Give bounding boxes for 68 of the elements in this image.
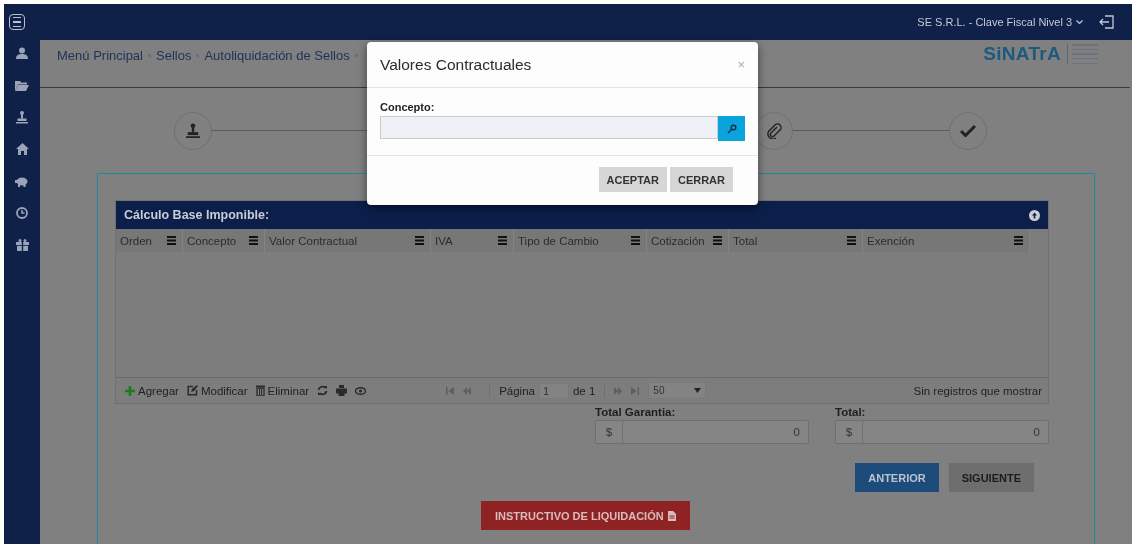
refresh-icon[interactable]: [317, 385, 329, 396]
column-header[interactable]: Exención: [863, 229, 1030, 252]
column-menu-icon[interactable]: [713, 236, 722, 245]
column-menu-icon[interactable]: [1014, 236, 1023, 245]
dialog-button[interactable]: CERRAR: [669, 167, 733, 192]
dropdown-caret-icon[interactable]: [694, 388, 702, 393]
dialog-button[interactable]: ACEPTAR: [598, 167, 667, 192]
menu-icon[interactable]: [9, 14, 25, 30]
column-header[interactable]: Valor Contractual: [265, 229, 431, 252]
column-menu-icon[interactable]: [631, 236, 640, 245]
concept-input-field[interactable]: [380, 116, 718, 139]
edit-button[interactable]: Modificar: [186, 384, 248, 397]
next-button[interactable]: SIGUIENTE: [948, 463, 1034, 492]
print-icon[interactable]: [336, 385, 348, 396]
column-menu-icon[interactable]: [415, 236, 424, 245]
stamp-icon[interactable]: [16, 110, 28, 124]
page-size-select[interactable]: 50: [648, 382, 707, 399]
page-input[interactable]: 1: [538, 382, 569, 399]
document-icon: [667, 510, 676, 521]
close-button[interactable]: ×: [737, 57, 745, 72]
total-label: Total Garantia:: [595, 406, 677, 418]
grid-title: Cálculo Base Imponible:: [124, 208, 270, 222]
clock-icon[interactable]: [16, 207, 28, 219]
instructions-button[interactable]: INSTRUCTIVO DE LIQUIDACIÓN: [481, 501, 690, 530]
field-label: Concepto:: [380, 101, 436, 113]
breadcrumb-link[interactable]: Sellos: [156, 48, 192, 63]
column-header[interactable]: Concepto: [183, 229, 265, 252]
collapse-icon[interactable]: [1029, 209, 1040, 221]
edit-icon: [186, 385, 198, 396]
column-header[interactable]: Cotización: [647, 229, 729, 252]
logo: SiNATrA: [983, 43, 1061, 65]
account-name[interactable]: SE S.R.L. - Clave Fiscal Nivel 3: [917, 16, 1072, 28]
chevron-down-icon[interactable]: [1076, 19, 1083, 25]
column-menu-icon[interactable]: [167, 236, 176, 245]
column-header[interactable]: Tipo de Cambio: [514, 229, 647, 252]
modal-title: Valores Contractuales: [380, 55, 532, 74]
paperclip-icon: [766, 122, 782, 139]
total-label: Total:: [835, 406, 867, 418]
records-status: Sin registros que mostrar: [913, 384, 1042, 397]
breadcrumb-link[interactable]: Autoliquidación de Sellos: [204, 48, 350, 63]
delete-button[interactable]: Eliminar: [255, 384, 310, 397]
logout-icon[interactable]: [1099, 14, 1115, 30]
user-icon[interactable]: [16, 47, 28, 59]
folder-icon[interactable]: [15, 79, 29, 91]
home-icon[interactable]: [15, 143, 29, 155]
column-header[interactable]: Orden: [116, 229, 183, 252]
search-icon: [726, 123, 737, 134]
column-menu-icon[interactable]: [249, 236, 258, 245]
column-menu-icon[interactable]: [498, 236, 507, 245]
total-field: $ 0: [595, 420, 809, 444]
column-menu-icon[interactable]: [847, 236, 856, 245]
eye-icon[interactable]: [355, 386, 367, 395]
search-button[interactable]: [718, 116, 745, 141]
column-header[interactable]: Total: [729, 229, 863, 252]
add-button[interactable]: Agregar: [125, 384, 179, 397]
stamp-icon: [186, 122, 200, 139]
breadcrumb-link[interactable]: Menú Principal: [57, 48, 143, 63]
plus-icon: [125, 385, 135, 396]
checkmark-icon: [960, 124, 976, 137]
total-field: $ 0: [835, 420, 1049, 444]
page-label: Página: [499, 384, 535, 397]
gift-icon[interactable]: [15, 239, 29, 251]
logo-tagline-drawing: [1067, 44, 1098, 64]
page-count: de 1: [572, 384, 596, 397]
previous-button[interactable]: ANTERIOR: [855, 463, 939, 492]
piggy-bank-icon[interactable]: [15, 175, 29, 187]
column-header[interactable]: IVA: [431, 229, 514, 252]
trash-icon: [255, 385, 265, 396]
